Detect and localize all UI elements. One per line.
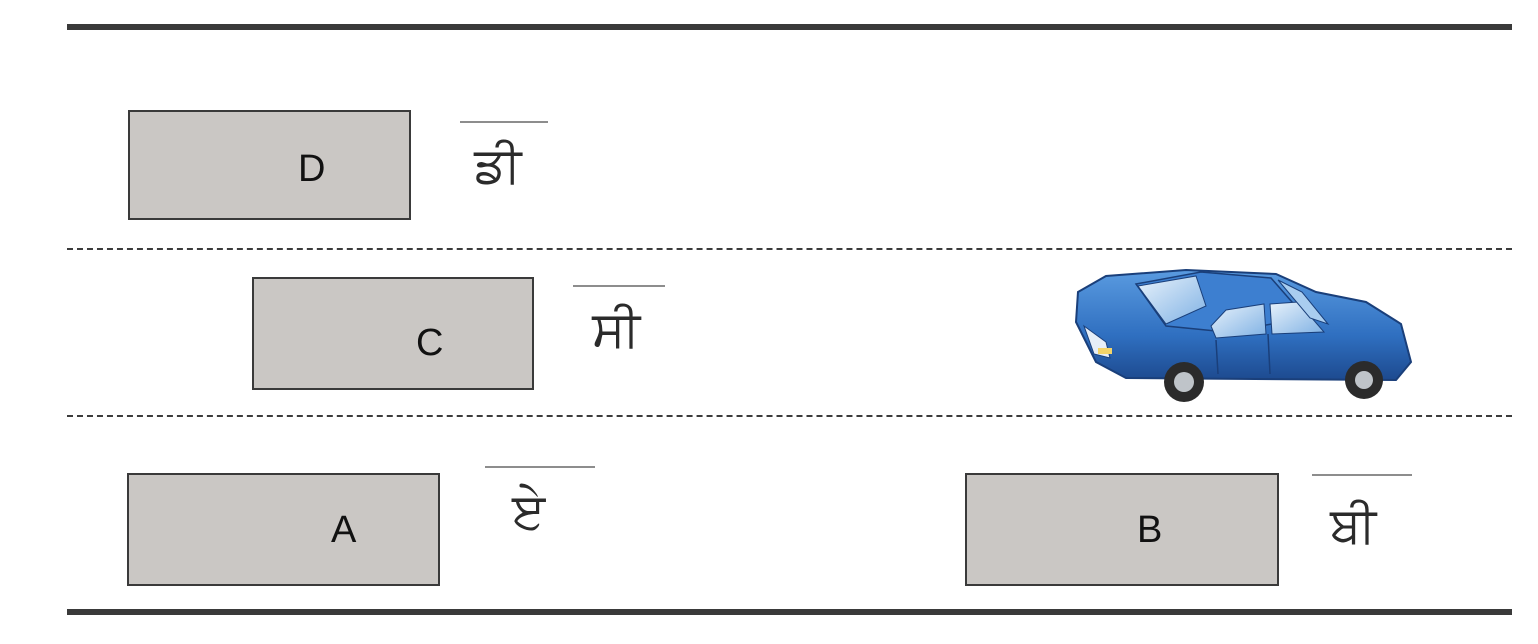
label-box-b: B bbox=[965, 473, 1279, 586]
gurmukhi-headline-b bbox=[1312, 474, 1412, 476]
gurmukhi-letter-a: ਏ bbox=[512, 482, 546, 540]
label-box-c-text: C bbox=[416, 322, 444, 364]
label-box-d-text: D bbox=[298, 148, 326, 190]
gurmukhi-headline-a bbox=[485, 466, 595, 468]
label-box-b-text: B bbox=[1137, 509, 1163, 551]
label-box-a-text: A bbox=[331, 509, 357, 551]
label-box-a: A bbox=[127, 473, 440, 586]
lane-divider-lower bbox=[67, 415, 1512, 417]
lane-divider-upper bbox=[67, 248, 1512, 250]
road-edge-bottom bbox=[67, 609, 1512, 615]
blue-sedan-car-icon bbox=[1074, 268, 1413, 402]
label-box-d: D bbox=[128, 110, 411, 220]
label-box-c: C bbox=[252, 277, 534, 390]
gurmukhi-headline-c bbox=[573, 285, 665, 287]
road-edge-top bbox=[67, 24, 1512, 30]
gurmukhi-letter-c: ਸੀ bbox=[592, 300, 641, 358]
gurmukhi-headline-d bbox=[460, 121, 548, 123]
gurmukhi-letter-b: ਬੀ bbox=[1330, 496, 1377, 554]
gurmukhi-letter-d: ਡੀ bbox=[474, 136, 522, 194]
